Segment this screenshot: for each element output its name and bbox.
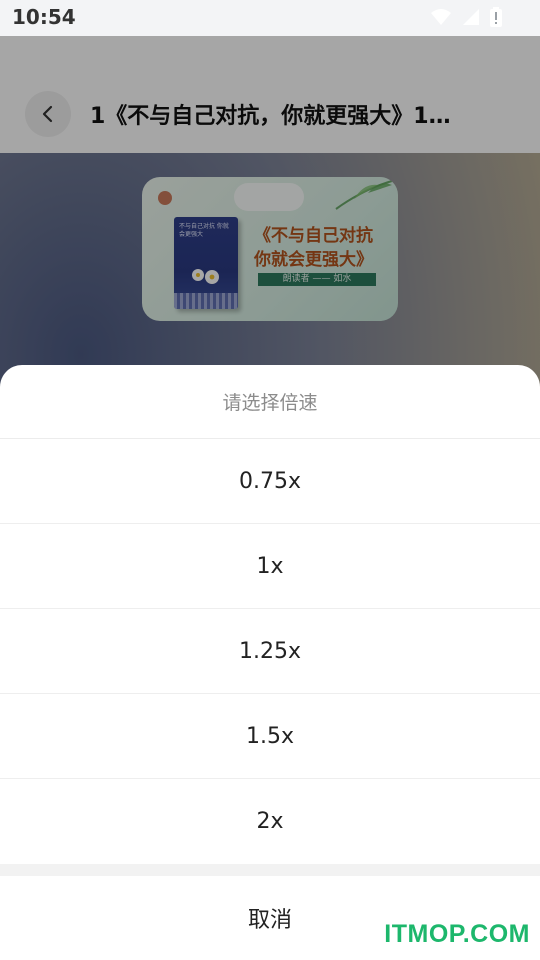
- signal-icon: [463, 9, 479, 25]
- speed-option-1-25x[interactable]: 1.25x: [0, 609, 540, 694]
- speed-option-0-75x[interactable]: 0.75x: [0, 439, 540, 524]
- speed-option-1x[interactable]: 1x: [0, 524, 540, 609]
- wifi-icon: [431, 9, 451, 25]
- status-bar: 10:54: [0, 0, 540, 36]
- sheet-title: 请选择倍速: [0, 365, 540, 439]
- sheet-divider: [0, 864, 540, 876]
- speed-option-2x[interactable]: 2x: [0, 779, 540, 864]
- watermark: ITMOP.COM: [384, 920, 530, 948]
- battery-icon: [490, 7, 502, 27]
- speed-option-1-5x[interactable]: 1.5x: [0, 694, 540, 779]
- status-time: 10:54: [12, 5, 76, 29]
- status-icons: [430, 7, 502, 27]
- speed-picker-sheet: 请选择倍速 0.75x 1x 1.25x 1.5x 2x 取消: [0, 365, 540, 960]
